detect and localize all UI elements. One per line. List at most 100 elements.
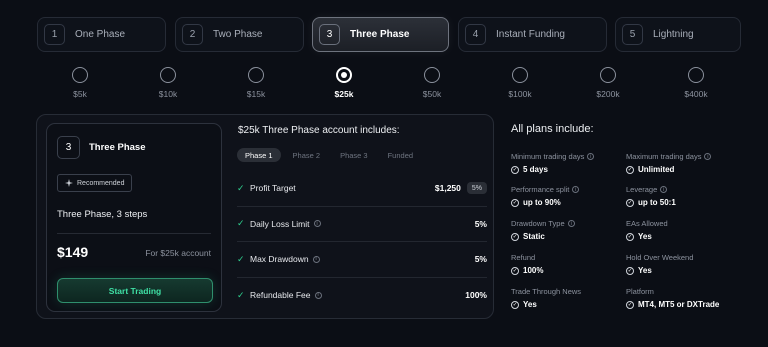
- feature-label: Platform: [626, 287, 654, 296]
- feature-value: Yes: [638, 232, 652, 241]
- radio-400k[interactable]: [688, 67, 704, 83]
- subtab-phase-1[interactable]: Phase 1: [237, 148, 281, 162]
- price-label-50k: $50k: [422, 89, 442, 99]
- rule-label: Max Drawdown: [250, 254, 309, 265]
- tab-label: Instant Funding: [496, 29, 565, 40]
- check-circle-icon: ✓: [511, 165, 519, 174]
- feature-value: Yes: [523, 300, 537, 309]
- feature-value: 5 days: [523, 165, 548, 174]
- tab-instant-funding[interactable]: 4 Instant Funding: [458, 17, 607, 52]
- radio-5k[interactable]: [72, 67, 88, 83]
- check-circle-icon: ✓: [511, 300, 519, 309]
- start-trading-button[interactable]: Start Trading: [57, 278, 213, 303]
- subtab-phase-2[interactable]: Phase 2: [285, 148, 329, 162]
- price-label-200k: $200k: [596, 89, 620, 99]
- plan-account-size: For $25k account: [145, 248, 211, 258]
- feature-performance-split: Performance split i ✓ up to 90%: [511, 185, 631, 207]
- price-label-5k: $5k: [73, 89, 87, 99]
- info-icon[interactable]: i: [587, 153, 595, 160]
- tab-number: 3: [319, 24, 340, 45]
- subtab-funded[interactable]: Funded: [380, 148, 421, 162]
- phase-tabs: 1 One Phase 2 Two Phase 3 Three Phase 4 …: [37, 17, 741, 52]
- feature-value: MT4, MT5 or DXTrade: [638, 300, 720, 309]
- rule-row-daily-loss-limit: ✓ Daily Loss Limit i 5%: [237, 207, 487, 242]
- radio-50k[interactable]: [424, 67, 440, 83]
- check-circle-icon: ✓: [511, 198, 519, 207]
- rule-label: Refundable Fee: [250, 290, 311, 301]
- plan-summary-card: 3 Three Phase Recommended Three Phase, 3…: [46, 123, 222, 312]
- rule-percent-badge: 5%: [466, 182, 487, 195]
- plan-details-card: 3 Three Phase Recommended Three Phase, 3…: [36, 114, 494, 319]
- price-label-400k: $400k: [684, 89, 708, 99]
- tab-number: 2: [182, 24, 203, 45]
- feature-value: 100%: [523, 266, 544, 275]
- tab-label: Three Phase: [350, 29, 410, 40]
- subtab-phase-3[interactable]: Phase 3: [332, 148, 376, 162]
- check-circle-icon: ✓: [626, 266, 634, 275]
- info-icon[interactable]: i: [567, 220, 575, 227]
- price-label-10k: $10k: [158, 89, 178, 99]
- tab-number: 1: [44, 24, 65, 45]
- divider: [57, 233, 211, 234]
- tab-label: Two Phase: [213, 29, 263, 40]
- info-icon[interactable]: i: [313, 220, 321, 228]
- tab-label: One Phase: [75, 29, 126, 40]
- tab-lightning[interactable]: 5 Lightning: [615, 17, 741, 52]
- feature-label: Trade Through News: [511, 287, 582, 296]
- rule-label: Daily Loss Limit: [250, 218, 310, 229]
- feature-platform: Platform ✓ MT4, MT5 or DXTrade: [626, 287, 746, 309]
- tab-one-phase[interactable]: 1 One Phase: [37, 17, 166, 52]
- check-circle-icon: ✓: [626, 165, 634, 174]
- all-plans-title: All plans include:: [511, 123, 594, 135]
- info-icon[interactable]: i: [660, 186, 668, 193]
- rule-value: $1,250: [434, 183, 461, 194]
- check-circle-icon: ✓: [511, 232, 519, 241]
- radio-100k[interactable]: [512, 67, 528, 83]
- check-circle-icon: ✓: [511, 266, 519, 275]
- plan-subtitle: Three Phase, 3 steps: [57, 209, 148, 220]
- feature-max-trading-days: Maximum trading days i ✓ Unlimited: [626, 152, 746, 174]
- tab-three-phase[interactable]: 3 Three Phase: [312, 17, 449, 52]
- feature-trade-through-news: Trade Through News ✓ Yes: [511, 287, 631, 309]
- feature-label: Performance split: [511, 185, 570, 194]
- feature-label: Refund: [511, 253, 536, 262]
- price-label-100k: $100k: [508, 89, 532, 99]
- feature-drawdown-type: Drawdown Type i ✓ Static: [511, 219, 631, 241]
- check-circle-icon: ✓: [626, 300, 634, 309]
- plan-number: 3: [57, 136, 80, 159]
- radio-10k[interactable]: [160, 67, 176, 83]
- feature-label: Maximum trading days: [626, 152, 702, 161]
- check-icon: ✓: [237, 289, 245, 300]
- feature-label: EAs Allowed: [626, 219, 668, 228]
- price-label-15k: $15k: [246, 89, 266, 99]
- radio-15k[interactable]: [248, 67, 264, 83]
- phase-subtabs: Phase 1 Phase 2 Phase 3 Funded: [237, 148, 421, 162]
- info-icon[interactable]: i: [572, 186, 580, 193]
- feature-value: Static: [523, 232, 545, 241]
- feature-value: up to 50:1: [638, 198, 676, 207]
- check-icon: ✓: [237, 253, 245, 264]
- feature-label: Leverage: [626, 185, 658, 194]
- includes-title: $25k Three Phase account includes:: [238, 125, 400, 136]
- check-icon: ✓: [237, 182, 245, 193]
- rules-list: ✓ Profit Target $1,250 5% ✓ Daily Loss L…: [237, 171, 487, 313]
- rule-row-refundable-fee: ✓ Refundable Fee i 100%: [237, 278, 487, 314]
- tab-two-phase[interactable]: 2 Two Phase: [175, 17, 304, 52]
- radio-200k[interactable]: [600, 67, 616, 83]
- feature-label: Hold Over Weekend: [626, 253, 694, 262]
- rule-value: 5%: [474, 254, 487, 265]
- info-icon[interactable]: i: [312, 255, 320, 263]
- tab-number: 4: [465, 24, 486, 45]
- feature-eas-allowed: EAs Allowed ✓ Yes: [626, 219, 746, 241]
- radio-25k[interactable]: [336, 67, 352, 83]
- rule-value: 5%: [474, 218, 487, 229]
- feature-min-trading-days: Minimum trading days i ✓ 5 days: [511, 152, 631, 174]
- info-icon[interactable]: i: [314, 291, 322, 299]
- rule-label: Profit Target: [250, 183, 296, 194]
- rule-row-profit-target: ✓ Profit Target $1,250 5%: [237, 171, 487, 207]
- feature-hold-over-weekend: Hold Over Weekend ✓ Yes: [626, 253, 746, 275]
- feature-leverage: Leverage i ✓ up to 50:1: [626, 185, 746, 207]
- check-circle-icon: ✓: [626, 198, 634, 207]
- feature-value: Yes: [638, 266, 652, 275]
- info-icon[interactable]: i: [704, 153, 712, 160]
